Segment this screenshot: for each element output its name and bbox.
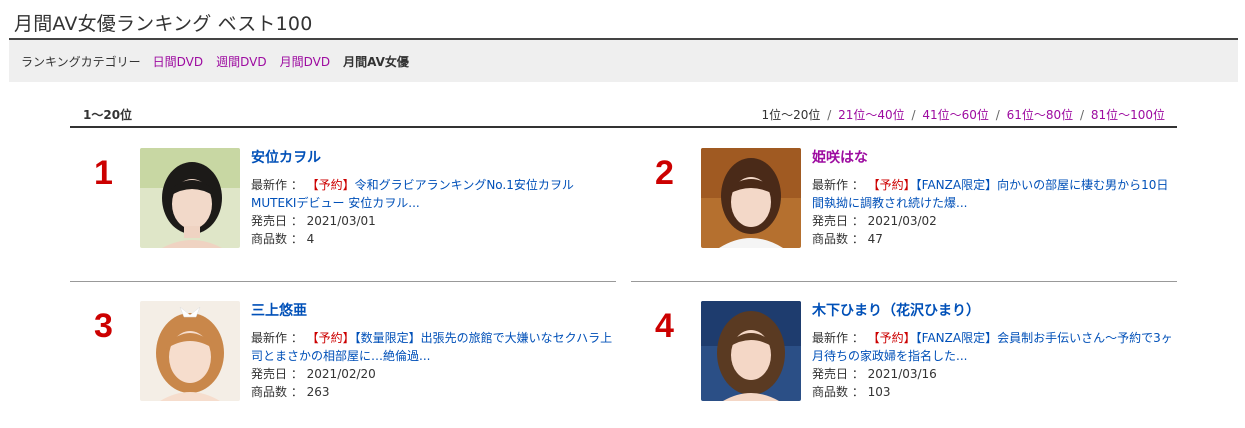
release-label: 発売日 ： xyxy=(812,367,864,381)
reservation-tag: 【予約】 xyxy=(306,331,355,345)
product-count-row: 商品数 ： 4 xyxy=(251,230,616,248)
range-nav-link-81-100[interactable]: 81位〜100位 xyxy=(1091,108,1165,122)
count-label: 商品数 ： xyxy=(812,385,864,399)
release-date: 2021/03/01 xyxy=(306,214,376,228)
latest-label: 最新作 ： xyxy=(251,178,303,192)
category-bar: ランキングカテゴリー 日間DVD 週間DVD 月間DVD 月間AV女優 xyxy=(9,40,1238,82)
actress-info: 三上悠亜 最新作 ： 【予約】【数量限定】出張先の旅館で大嫌いなセクハラ上司とま… xyxy=(251,301,616,401)
range-nav-separator: / xyxy=(911,108,916,122)
range-nav-link-41-60[interactable]: 41位〜60位 xyxy=(922,108,989,122)
release-date: 2021/03/02 xyxy=(867,214,937,228)
ranking-card: 1 安位カヲル 最新作 ： 【予約】令和グラビアランキングNo.1安位カヲルMU… xyxy=(70,148,616,273)
count-label: 商品数 ： xyxy=(251,232,303,246)
rank-number: 4 xyxy=(655,307,674,345)
latest-label: 最新作 ： xyxy=(812,331,864,345)
actress-name-link[interactable]: 安位カヲル xyxy=(251,148,616,168)
product-count-row: 商品数 ： 47 xyxy=(812,230,1177,248)
release-date: 2021/03/16 xyxy=(867,367,937,381)
latest-work: 最新作 ： 【予約】【FANZA限定】向かいの部屋に棲む男から10日間執拗に調教… xyxy=(812,176,1177,212)
release-date: 2021/02/20 xyxy=(306,367,376,381)
latest-work: 最新作 ： 【予約】令和グラビアランキングNo.1安位カヲルMUTEKIデビュー… xyxy=(251,176,616,212)
latest-work: 最新作 ： 【予約】【数量限定】出張先の旅館で大嫌いなセクハラ上司とまさかの相部… xyxy=(251,329,616,365)
range-header: 1〜20位 1位〜20位 / 21位〜40位 / 41位〜60位 / 61位〜8… xyxy=(70,102,1177,128)
latest-work-link[interactable]: 【数量限定】出張先の旅館で大嫌いなセクハラ上司とまさかの相部屋に…絶倫過... xyxy=(251,331,612,363)
actress-name-link[interactable]: 木下ひまり（花沢ひまり） xyxy=(812,301,1177,321)
count-label: 商品数 ： xyxy=(812,232,864,246)
rank-number: 1 xyxy=(94,154,113,192)
range-nav-separator: / xyxy=(995,108,1000,122)
category-link-weekly-dvd[interactable]: 週間DVD xyxy=(216,53,266,70)
actress-photo[interactable] xyxy=(701,148,801,248)
range-nav-separator: / xyxy=(1079,108,1084,122)
category-current: 月間AV女優 xyxy=(343,54,409,69)
ranking-card: 4 木下ひまり（花沢ひまり） 最新作 ： 【予約】【FANZA限定】会員制お手伝… xyxy=(631,301,1177,426)
actress-info: 姫咲はな 最新作 ： 【予約】【FANZA限定】向かいの部屋に棲む男から10日間… xyxy=(812,148,1177,248)
latest-label: 最新作 ： xyxy=(812,178,864,192)
ranking-card: 2 姫咲はな 最新作 ： 【予約】【FANZA限定】向かいの部屋に棲む男から10… xyxy=(631,148,1177,273)
row-divider xyxy=(70,281,616,282)
product-count: 4 xyxy=(306,232,315,246)
product-count-row: 商品数 ： 263 xyxy=(251,383,616,401)
category-link-monthly-dvd[interactable]: 月間DVD xyxy=(280,53,330,70)
category-link-daily-dvd[interactable]: 日間DVD xyxy=(153,53,203,70)
product-count-row: 商品数 ： 103 xyxy=(812,383,1177,401)
actress-photo[interactable] xyxy=(140,148,240,248)
actress-name-link[interactable]: 三上悠亜 xyxy=(251,301,616,321)
latest-work: 最新作 ： 【予約】【FANZA限定】会員制お手伝いさん〜予約で3ヶ月待ちの家政… xyxy=(812,329,1177,365)
reservation-tag: 【予約】 xyxy=(867,331,916,345)
release-label: 発売日 ： xyxy=(251,214,303,228)
actress-name-link[interactable]: 姫咲はな xyxy=(812,148,1177,168)
actress-photo[interactable] xyxy=(140,301,240,401)
range-nav-link-61-80[interactable]: 61位〜80位 xyxy=(1007,108,1074,122)
rank-number: 3 xyxy=(94,307,113,345)
product-count: 47 xyxy=(867,232,883,246)
release-date-row: 発売日 ： 2021/03/02 xyxy=(812,212,1177,230)
actress-photo[interactable] xyxy=(701,301,801,401)
range-nav-separator: / xyxy=(827,108,832,122)
latest-work-link[interactable]: 【FANZA限定】向かいの部屋に棲む男から10日間執拗に調教され続けた爆... xyxy=(812,178,1168,210)
latest-work-link[interactable]: 【FANZA限定】会員制お手伝いさん〜予約で3ヶ月待ちの家政婦を指名した... xyxy=(812,331,1173,363)
latest-label: 最新作 ： xyxy=(251,331,303,345)
release-label: 発売日 ： xyxy=(812,214,864,228)
range-nav-current: 1位〜20位 xyxy=(761,108,821,122)
current-range-label: 1〜20位 xyxy=(83,108,133,122)
release-date-row: 発売日 ： 2021/03/01 xyxy=(251,212,616,230)
page-title: 月間AV女優ランキング ベスト100 xyxy=(14,13,313,35)
actress-info: 木下ひまり（花沢ひまり） 最新作 ： 【予約】【FANZA限定】会員制お手伝いさ… xyxy=(812,301,1177,401)
release-date-row: 発売日 ： 2021/02/20 xyxy=(251,365,616,383)
range-nav-link-21-40[interactable]: 21位〜40位 xyxy=(838,108,905,122)
actress-info: 安位カヲル 最新作 ： 【予約】令和グラビアランキングNo.1安位カヲルMUTE… xyxy=(251,148,616,248)
product-count: 263 xyxy=(306,385,330,399)
release-date-row: 発売日 ： 2021/03/16 xyxy=(812,365,1177,383)
ranking-card: 3 三上悠亜 最新作 ： 【予約】【数量限定】出張先の旅館で大嫌いなセクハラ上司… xyxy=(70,301,616,426)
reservation-tag: 【予約】 xyxy=(306,178,355,192)
count-label: 商品数 ： xyxy=(251,385,303,399)
product-count: 103 xyxy=(867,385,891,399)
row-divider xyxy=(631,281,1177,282)
category-label: ランキングカテゴリー xyxy=(21,54,141,69)
reservation-tag: 【予約】 xyxy=(867,178,916,192)
release-label: 発売日 ： xyxy=(251,367,303,381)
rank-number: 2 xyxy=(655,154,674,192)
range-pagination: 1位〜20位 / 21位〜40位 / 41位〜60位 / 61位〜80位 / 8… xyxy=(761,106,1165,123)
